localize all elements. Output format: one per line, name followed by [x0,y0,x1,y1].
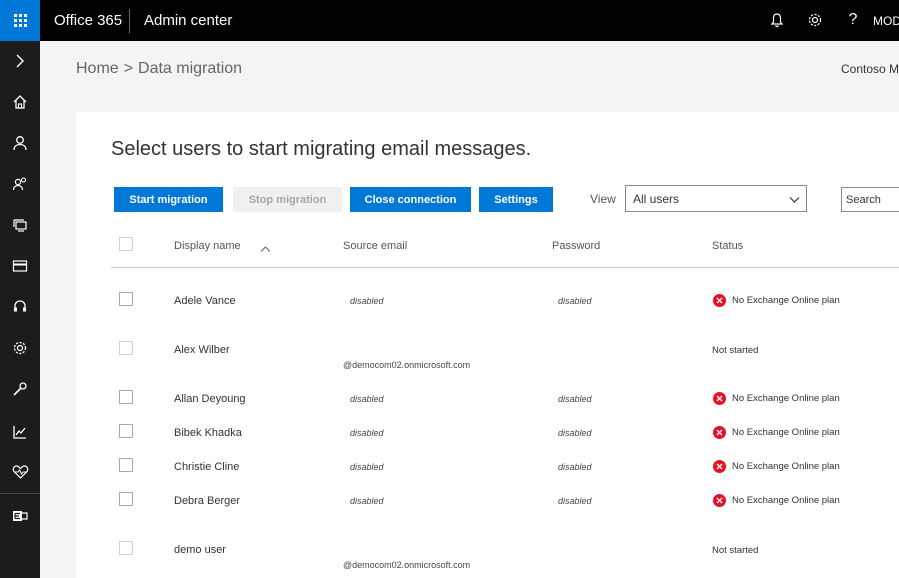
source-email: @democom02.onmicrosoft.com [343,360,471,370]
breadcrumb-home[interactable]: Home [76,60,119,77]
col-display-name[interactable]: Display name [174,240,241,252]
setup-icon[interactable] [0,376,40,402]
password: disabled [558,394,592,404]
row-checkbox[interactable] [119,341,133,355]
status-text: No Exchange Online plan [732,393,840,404]
status-text: No Exchange Online plan [732,295,840,306]
row-checkbox[interactable] [119,424,133,438]
bell-icon[interactable] [767,10,787,30]
password: disabled [558,496,592,506]
user-display-name[interactable]: Bibek Khadka [174,427,242,439]
password: disabled [558,296,592,306]
status-cell: No Exchange Online plan [713,294,840,307]
view-label: View [590,192,616,206]
help-icon[interactable]: ? [843,10,863,30]
table-header: Display name Source email Password Statu… [111,232,899,268]
status-cell: No Exchange Online plan [713,392,840,405]
sort-ascending-icon[interactable] [260,240,271,258]
top-bar: Office 365 Admin center ? MOD [0,0,899,41]
breadcrumb: Home > Data migration [76,60,247,78]
password: disabled [558,428,592,438]
error-icon [713,460,726,473]
settings-button[interactable]: Settings [479,187,553,212]
error-icon [713,426,726,439]
billing-icon[interactable] [0,253,40,279]
source-email: disabled [350,394,384,404]
left-nav [0,41,40,578]
col-password[interactable]: Password [552,240,600,252]
page-title: Select users to start migrating email me… [111,138,532,160]
user-display-name[interactable]: Alex Wilber [174,344,230,356]
password: disabled [558,462,592,472]
row-checkbox[interactable] [119,292,133,306]
status-text: No Exchange Online plan [732,461,840,472]
error-icon [713,392,726,405]
resources-icon[interactable] [0,212,40,238]
home-icon[interactable] [0,89,40,115]
source-email: disabled [350,462,384,472]
status-text: No Exchange Online plan [732,427,840,438]
user-display-name[interactable]: Christie Cline [174,461,239,473]
user-icon[interactable] [0,130,40,156]
user-avatar[interactable]: MOD [873,14,899,28]
support-icon[interactable] [0,294,40,320]
breadcrumb-current: Data migration [138,60,243,77]
chevron-down-icon [789,193,800,207]
user-display-name[interactable]: demo user [174,544,226,556]
row-checkbox[interactable] [119,458,133,472]
error-icon [713,494,726,507]
error-icon [713,294,726,307]
app-title[interactable]: Admin center [144,12,232,29]
breadcrumb-separator: > [123,60,134,77]
brand-divider [129,9,130,33]
row-checkbox[interactable] [119,492,133,506]
groups-icon[interactable] [0,171,40,197]
status-cell: No Exchange Online plan [713,494,840,507]
view-dropdown[interactable]: All users [625,185,807,212]
migration-panel: Select users to start migrating email me… [76,112,899,578]
view-dropdown-value: All users [633,192,680,206]
user-display-name[interactable]: Debra Berger [174,495,240,507]
close-connection-button[interactable]: Close connection [350,187,471,212]
select-all-checkbox[interactable] [119,237,133,251]
stop-migration-button[interactable]: Stop migration [233,187,342,212]
settings-icon[interactable] [0,335,40,361]
start-migration-button[interactable]: Start migration [114,187,223,212]
row-checkbox[interactable] [119,541,133,555]
source-email: disabled [350,428,384,438]
col-source-email[interactable]: Source email [343,240,407,252]
col-status[interactable]: Status [712,240,743,252]
status-text: No Exchange Online plan [732,495,840,506]
user-display-name[interactable]: Allan Deyoung [174,393,246,405]
status-cell: No Exchange Online plan [713,460,840,473]
row-checkbox[interactable] [119,390,133,404]
source-email: disabled [350,496,384,506]
search-input[interactable]: Search [841,187,899,212]
exchange-admin-icon[interactable] [0,503,40,529]
reports-icon[interactable] [0,419,40,445]
source-email: @democom02.onmicrosoft.com [343,560,471,570]
status-text: Not started [712,545,759,556]
expand-chevron-icon[interactable] [0,48,40,74]
user-display-name[interactable]: Adele Vance [174,295,236,307]
health-icon[interactable] [0,458,40,484]
nav-divider [0,493,40,494]
status-text: Not started [712,345,759,356]
app-launcher-icon[interactable] [0,0,40,41]
org-name: Contoso M [841,62,899,76]
gear-icon[interactable] [805,10,825,30]
source-email: disabled [350,296,384,306]
status-cell: No Exchange Online plan [713,426,840,439]
brand-name[interactable]: Office 365 [54,12,122,29]
